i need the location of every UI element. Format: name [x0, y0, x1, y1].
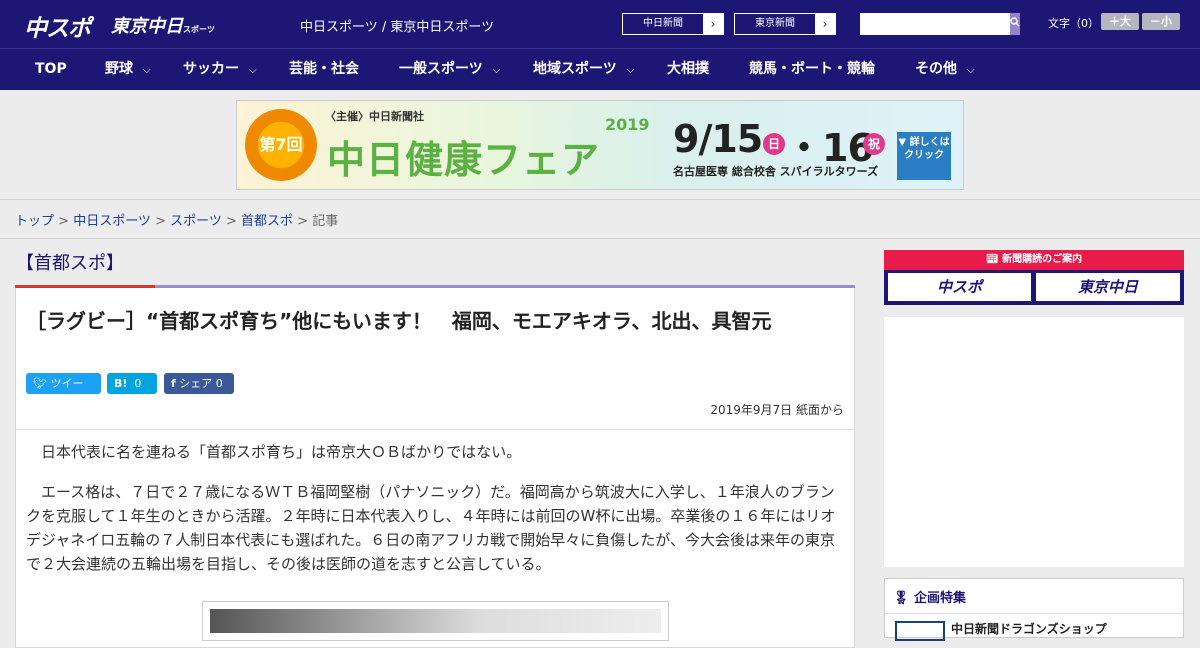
- breadcrumb-sep: >: [221, 214, 242, 229]
- main-nav: TOP 野球 ⌵ サッカー ⌵ 芸能・社会 一般スポーツ ⌵ 地域スポーツ ⌵ 大相撲 …: [0, 48, 1200, 90]
- search-button[interactable]: [1010, 13, 1020, 35]
- tokyo-logo-small: スポーツ: [183, 25, 215, 34]
- search-box: [860, 13, 1020, 35]
- category-title: 【首都スポ】: [16, 253, 124, 274]
- hatena-bookmark-button[interactable]: B! 0: [107, 373, 157, 394]
- tweet-button[interactable]: 🐦︎ ツイート: [26, 373, 101, 411]
- article-paragraph: エース格は、７日で２７歳になるＷＴＢ福岡堅樹（パナソニック）だ。福岡高から筑波大…: [26, 483, 836, 573]
- chuspo-logo[interactable]: 中スポ: [24, 9, 91, 43]
- article-divider: [16, 429, 854, 430]
- banner-area: 第7回 〈主催〉中日新聞社 中日健康フェア 2019 9/15 日 ・16 祝 …: [0, 90, 1200, 200]
- breadcrumb-top[interactable]: トップ: [15, 214, 54, 229]
- search-icon: [1010, 17, 1020, 27]
- ribbon-icon: 🎖︎: [893, 591, 915, 606]
- article-photo: [202, 601, 669, 641]
- nav-label: 野球: [105, 61, 133, 77]
- banner-organizer: 〈主催〉中日新聞社: [325, 110, 424, 123]
- nav-label: 地域スポーツ: [533, 61, 617, 77]
- chunichi-shimbun-label: 中日新聞: [643, 18, 683, 29]
- nav-label: 大相撲: [667, 61, 709, 77]
- tokyo-shimbun-link[interactable]: 東京新聞 ›: [734, 13, 836, 35]
- facebook-share-button[interactable]: f シェア 0: [164, 373, 234, 394]
- chevron-down-icon: ⌵: [143, 65, 151, 76]
- breadcrumb-sep: >: [293, 214, 313, 229]
- breadcrumb: トップ > 中日スポーツ > スポーツ > 首都スポ > 記事: [0, 200, 1200, 239]
- chevron-down-icon: ⌵: [249, 65, 257, 76]
- chevron-right-icon: ›: [815, 14, 835, 34]
- nav-item-other[interactable]: その他 ⌵: [915, 49, 975, 90]
- facebook-count: 0: [215, 377, 223, 390]
- font-smaller-button[interactable]: －小: [1142, 13, 1180, 30]
- facebook-icon: f: [171, 377, 176, 390]
- site-title: 中日スポーツ / 東京中日スポーツ: [300, 20, 495, 35]
- banner-year: 2019: [605, 115, 650, 134]
- breadcrumb-sep: >: [54, 214, 74, 229]
- feature-item-dragons-shop[interactable]: 中日新聞ドラゴンズショップ: [951, 620, 1107, 637]
- nav-item-top[interactable]: TOP: [35, 49, 67, 90]
- feature-title: 🎖︎ 企画特集: [893, 587, 966, 606]
- article: ［ラグビー］“首都スポ育ち”他にもいます！ 福岡、モエアキオラ、北出、具智元 🐦…: [15, 288, 855, 648]
- twitter-icon: 🐦︎: [33, 377, 47, 390]
- hatena-count: 0: [134, 377, 142, 390]
- subscribe-tokyo-chunichi-button[interactable]: 東京中日: [1036, 273, 1180, 301]
- hatena-icon: B!: [114, 377, 128, 390]
- breadcrumb-sports[interactable]: スポーツ: [170, 214, 222, 229]
- facebook-share-label: シェア: [179, 377, 213, 390]
- breadcrumb-current: 記事: [312, 214, 339, 229]
- nav-label: 芸能・社会: [289, 61, 359, 77]
- article-paragraph: 日本代表に名を連ねる「首都スポ育ち」は帝京大ＯＢばかりではない。: [26, 443, 522, 461]
- tokyo-logo-text: 東京中日: [111, 16, 183, 37]
- feature-box: 🎖︎ 企画特集 中日新聞ドラゴンズショップ: [884, 578, 1184, 641]
- nav-item-soccer[interactable]: サッカー ⌵: [183, 49, 257, 90]
- article-headline: ［ラグビー］“首都スポ育ち”他にもいます！ 福岡、モエアキオラ、北出、具智元: [26, 309, 772, 333]
- breadcrumb-sep: >: [150, 214, 171, 229]
- newspaper-icon: 📰︎: [985, 254, 1003, 265]
- chevron-right-icon: ›: [703, 14, 723, 34]
- banner-title: 中日健康フェア: [327, 138, 601, 182]
- article-date: 2019年9月7日 紙面から: [710, 403, 844, 417]
- feature-divider: [885, 613, 1183, 614]
- nav-label: 一般スポーツ: [399, 61, 483, 77]
- feature-title-label: 企画特集: [914, 591, 967, 606]
- nav-item-baseball[interactable]: 野球 ⌵: [105, 49, 151, 90]
- banner-day-sunday: 日: [763, 133, 785, 155]
- nav-label: 競馬・ボート・競輪: [749, 61, 875, 77]
- tokyo-chunichi-logo[interactable]: 東京中日スポーツ: [111, 12, 215, 38]
- dragons-shop-logo: [895, 621, 945, 641]
- chevron-down-icon: ⌵: [967, 65, 975, 76]
- nav-label: サッカー: [183, 61, 239, 77]
- search-input[interactable]: [860, 13, 1010, 35]
- ad-slot: [884, 317, 1184, 567]
- breadcrumb-shutospo[interactable]: 首都スポ: [241, 214, 293, 229]
- subscription-box: 📰︎ 新聞購読のご案内 中スポ 東京中日: [884, 250, 1184, 305]
- subscription-header-label: 新聞購読のご案内: [1002, 254, 1083, 265]
- photo-image: [210, 609, 661, 633]
- banner-click-button[interactable]: ▼ 詳しくは クリック: [897, 132, 951, 180]
- banner-day-holiday: 祝: [863, 133, 885, 155]
- nav-item-entertainment[interactable]: 芸能・社会: [289, 49, 359, 90]
- banner-venue: 名古屋医専 総合校舎 スパイラルタワーズ: [673, 165, 879, 178]
- chunichi-shimbun-link[interactable]: 中日新聞 ›: [622, 13, 724, 35]
- subscribe-chuspo-button[interactable]: 中スポ: [888, 273, 1031, 301]
- nav-label: その他: [915, 61, 957, 77]
- font-size-label: 文字（0）: [1048, 17, 1099, 30]
- subscription-header: 📰︎ 新聞購読のご案内: [884, 250, 1184, 270]
- nav-label: TOP: [35, 61, 67, 77]
- nav-item-sumo[interactable]: 大相撲: [667, 49, 709, 90]
- nav-item-local-sports[interactable]: 地域スポーツ ⌵: [533, 49, 634, 90]
- font-bigger-button[interactable]: ＋大: [1101, 13, 1139, 30]
- chevron-down-icon: ⌵: [492, 65, 501, 76]
- top-header: 中スポ 東京中日スポーツ 中日スポーツ / 東京中日スポーツ 中日新聞 › 東京新…: [0, 0, 1200, 48]
- nav-item-racing[interactable]: 競馬・ボート・競輪: [749, 49, 875, 90]
- nav-item-general-sports[interactable]: 一般スポーツ ⌵: [399, 49, 500, 90]
- health-fair-banner[interactable]: 第7回 〈主催〉中日新聞社 中日健康フェア 2019 9/15 日 ・16 祝 …: [236, 100, 964, 190]
- banner-date: 9/15: [673, 117, 763, 161]
- chevron-down-icon: ⌵: [626, 65, 635, 76]
- breadcrumb-chunichi-sports[interactable]: 中日スポーツ: [73, 214, 151, 229]
- edition-badge: 第7回: [245, 109, 317, 181]
- tokyo-shimbun-label: 東京新聞: [755, 18, 795, 29]
